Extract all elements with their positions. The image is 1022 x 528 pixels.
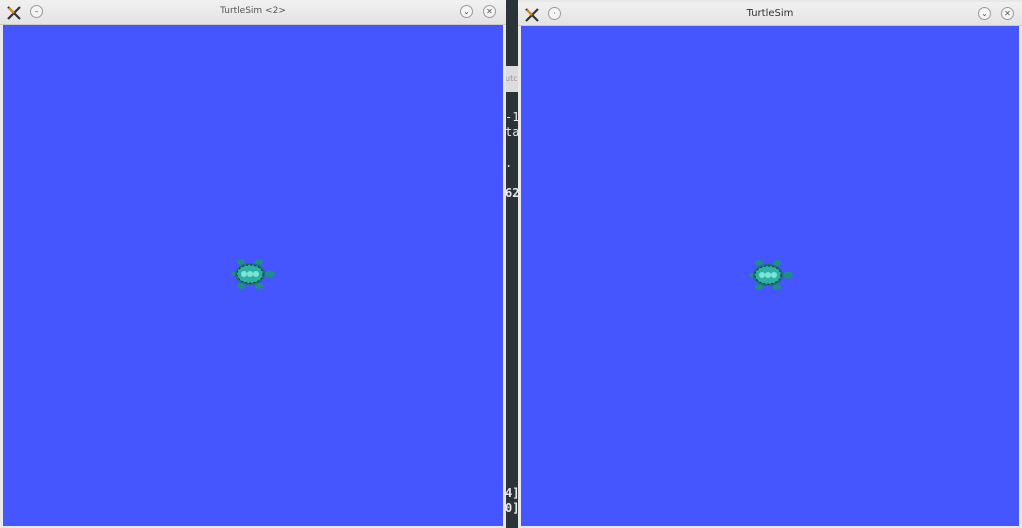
turtle-canvas[interactable] <box>3 25 503 526</box>
turtle-canvas[interactable] <box>521 26 1019 526</box>
minimize-icon[interactable]: ⌄ <box>978 7 991 20</box>
window-title: TurtleSim <box>746 8 794 19</box>
turtle-icon <box>749 260 793 290</box>
window-titlebar[interactable]: – TurtleSim <2> ⌄ ✕ <box>0 0 506 25</box>
window-titlebar[interactable]: · TurtleSim ⌄ ✕ <box>518 2 1022 26</box>
window-title: TurtleSim <2> <box>220 6 286 16</box>
close-icon[interactable]: ✕ <box>1001 7 1014 20</box>
close-icon[interactable]: ✕ <box>483 5 496 18</box>
turtlesim-window-2[interactable]: – TurtleSim <2> ⌄ ✕ <box>0 0 506 528</box>
turtle-icon <box>231 259 275 289</box>
turtlesim-window[interactable]: · TurtleSim ⌄ ✕ <box>518 0 1022 528</box>
minimize-icon[interactable]: ⌄ <box>460 5 473 18</box>
